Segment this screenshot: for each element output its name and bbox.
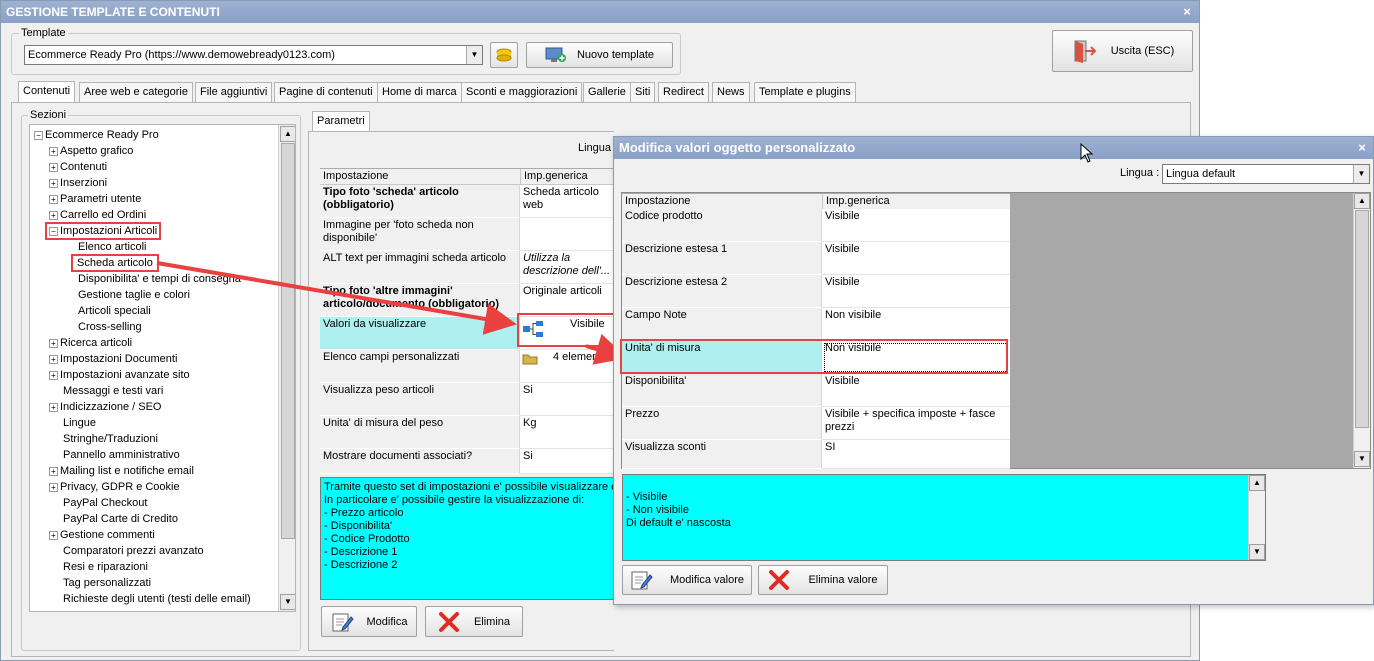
dialog-grid: Impostazione Imp.generica Codice prodott… xyxy=(622,193,1010,469)
dialog-value[interactable]: Non visibile xyxy=(822,308,1010,341)
dialog-lingua-label: Lingua : xyxy=(1120,167,1160,179)
dialog-key: Campo Note xyxy=(622,308,822,341)
dialog-description-text: - Visibile - Non visibile Di default e' … xyxy=(626,491,731,529)
edit-pencil-icon xyxy=(631,571,653,590)
col-header-setting: Impostazione xyxy=(625,195,691,207)
dialog-lingua-value: Lingua default xyxy=(1166,168,1236,180)
chevron-down-icon[interactable]: ▼ xyxy=(1353,165,1369,183)
scroll-up-icon[interactable]: ▲ xyxy=(1354,193,1370,209)
dialog-value[interactable]: Visibile xyxy=(822,242,1010,275)
col-header-value: Imp.generica xyxy=(822,194,1010,209)
mouse-cursor-icon xyxy=(1080,143,1094,163)
edit-value-label: Modifica valore xyxy=(670,574,744,586)
dialog-key: Codice prodotto xyxy=(622,209,822,242)
edit-value-button[interactable]: Modifica valore xyxy=(622,565,752,595)
arrow-to-value xyxy=(156,261,517,335)
dialog-description: - Visibile - Non visibile Di default e' … xyxy=(622,474,1266,561)
dialog-title: Modifica valori oggetto personalizzato xyxy=(619,140,856,155)
dialog-grid-header: Impostazione Imp.generica xyxy=(622,194,1010,210)
dialog-key: Visualizza sconti xyxy=(622,440,822,469)
dialog-grid-scrollbar[interactable]: ▲ ▼ xyxy=(1353,193,1370,468)
scroll-thumb[interactable] xyxy=(1355,210,1369,428)
dialog-lingua-select[interactable]: Lingua default ▼ xyxy=(1162,164,1370,184)
dialog-key: Descrizione estesa 2 xyxy=(622,275,822,308)
dialog-key: Disponibilita' xyxy=(622,374,822,407)
dialog-key: Prezzo xyxy=(622,407,822,440)
dialog-title-bar: Modifica valori oggetto personalizzato xyxy=(614,137,1373,159)
dialog-value[interactable]: Visibile xyxy=(822,209,1010,242)
dialog-value[interactable]: Visibile + specifica imposte + fasce pre… xyxy=(822,407,1010,440)
dialog-value[interactable]: SI xyxy=(822,440,1010,469)
scroll-down-icon[interactable]: ▼ xyxy=(1249,544,1265,560)
dialog-value[interactable]: Visibile xyxy=(822,275,1010,308)
description-scrollbar[interactable]: ▲ ▼ xyxy=(1248,475,1265,560)
delete-value-button[interactable]: Elimina valore xyxy=(758,565,888,595)
delete-value-label: Elimina valore xyxy=(808,574,878,586)
delete-x-icon xyxy=(769,570,790,590)
dialog-key: Descrizione estesa 1 xyxy=(622,242,822,275)
scroll-up-icon[interactable]: ▲ xyxy=(1249,475,1265,491)
selected-row-highlight-box xyxy=(620,339,1008,374)
scroll-down-icon[interactable]: ▼ xyxy=(1354,451,1370,467)
dialog-value[interactable]: Visibile xyxy=(822,374,1010,407)
edit-custom-object-dialog: Modifica valori oggetto personalizzato ×… xyxy=(613,136,1374,605)
dialog-close-icon[interactable]: × xyxy=(1353,138,1371,158)
